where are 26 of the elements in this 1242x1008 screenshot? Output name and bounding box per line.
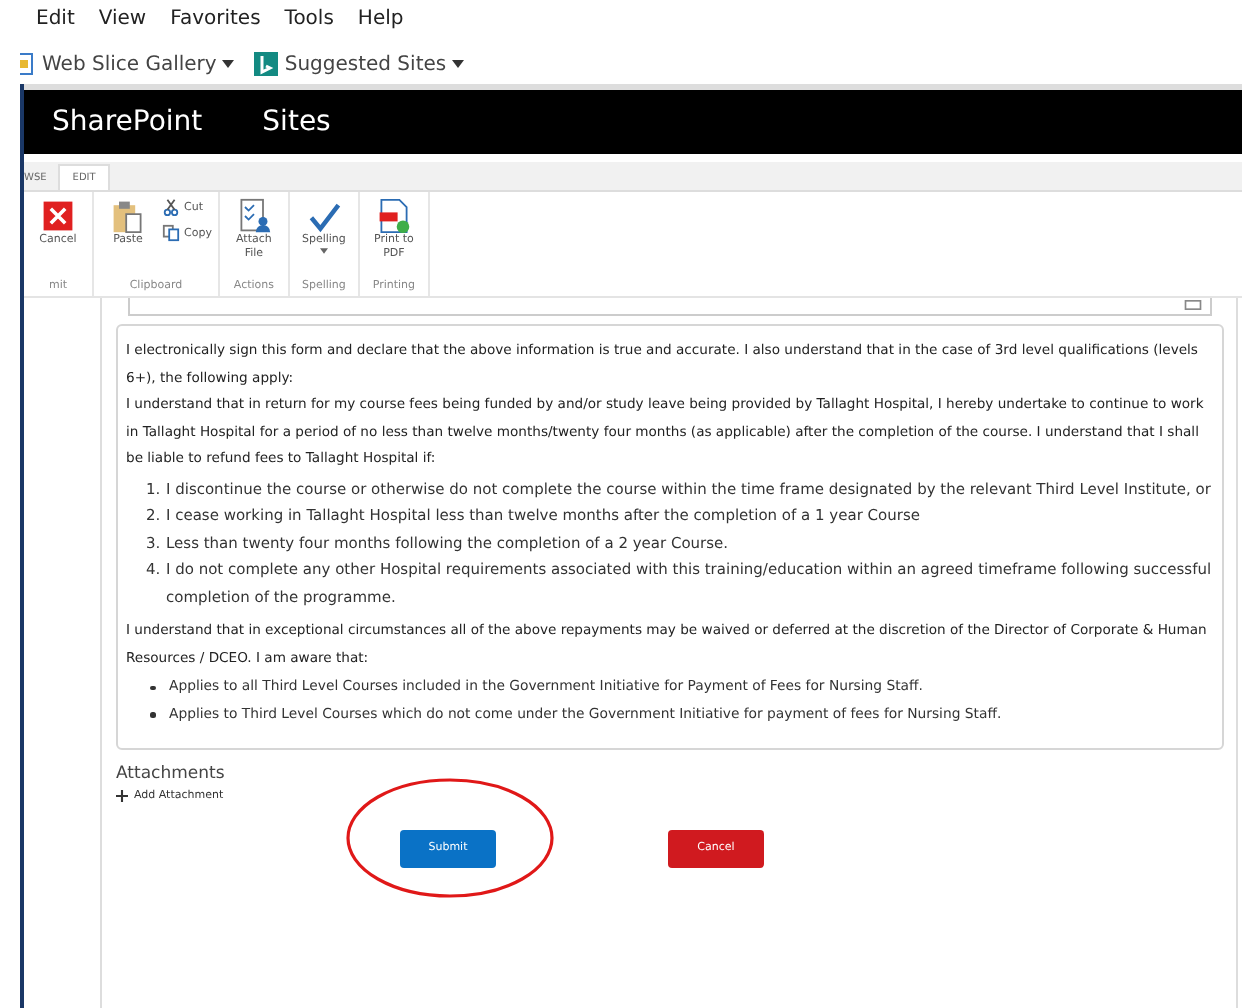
checklist-icon <box>235 198 272 234</box>
close-icon <box>40 198 76 234</box>
bing-icon <box>254 52 279 76</box>
favorites-link[interactable]: Suggested Sites <box>284 53 447 75</box>
clipboard-icon <box>110 198 146 234</box>
menu-item[interactable]: Tools <box>284 8 334 44</box>
caret-icon[interactable] <box>222 60 235 68</box>
menu-item[interactable]: Favorites <box>170 8 261 44</box>
menu-item[interactable]: View <box>98 8 147 44</box>
resize-icon <box>1184 300 1202 310</box>
caret-icon[interactable] <box>452 60 465 68</box>
bullet-icon <box>150 712 155 717</box>
menu-item[interactable]: Edit <box>36 8 75 44</box>
bullet-icon <box>150 685 155 690</box>
checkmark-icon <box>305 198 342 234</box>
caret-icon <box>319 247 328 254</box>
section-heading: Attachments <box>116 764 227 784</box>
page-icon <box>20 52 36 76</box>
scissors-icon <box>162 198 180 216</box>
plus-icon <box>116 790 128 802</box>
pdf-icon <box>375 198 412 234</box>
suite-link[interactable]: Sites <box>262 106 331 138</box>
copy-icon <box>162 224 180 242</box>
brand-title[interactable]: SharePoint <box>52 106 203 138</box>
menu-item[interactable]: Help <box>357 8 404 44</box>
favorites-link[interactable]: Web Slice Gallery <box>42 53 217 75</box>
